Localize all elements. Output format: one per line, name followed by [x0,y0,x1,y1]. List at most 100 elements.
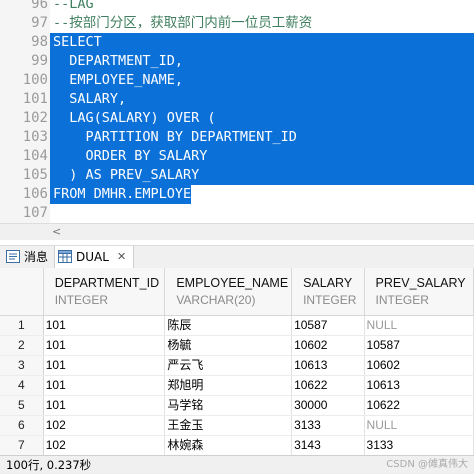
column-type: INTEGER [375,292,429,307]
table-cell[interactable]: 10587 [364,335,474,356]
table-cell[interactable]: 陈辰 [164,315,293,336]
line-number: 96 [31,0,48,12]
code-line[interactable]: 105 ) AS PREV_SALARY [0,166,474,185]
line-number: 98 [31,34,48,50]
code-text: SALARY, [53,91,127,107]
column-header[interactable]: PREV_SALARY INTEGER [364,268,474,316]
table-cell[interactable]: 3133 [291,415,365,436]
code-line[interactable]: 97 --按部门分区，获取部门内前一位员工薪资 [0,14,474,33]
table-cell[interactable]: 102 [43,435,166,456]
column-name: SALARY [303,275,353,290]
code-text: SELECT [53,34,102,50]
table-cell[interactable]: 10602 [291,335,365,356]
table-row[interactable]: 2 101 杨毓 10602 10587 [0,335,474,356]
line-number: 97 [31,15,48,31]
column-type: INTEGER [303,292,357,307]
result-grid[interactable]: DEPARTMENT_ID INTEGER EMPLOYEE_NAME VARCHAR… [0,268,474,458]
close-icon[interactable]: ✕ [117,246,126,268]
column-type: INTEGER [54,292,109,307]
row-number[interactable]: 6 [0,415,44,436]
table-row[interactable]: 3 101 严云飞 10613 10602 [0,355,474,376]
line-number: 106 [22,186,48,202]
code-text: --按部门分区，获取部门内前一位员工薪资 [53,15,313,31]
table-cell[interactable]: 101 [43,355,166,376]
table-cell[interactable]: 101 [43,315,166,336]
table-cell[interactable]: 10613 [291,355,365,376]
row-number[interactable]: 7 [0,435,44,456]
code-line[interactable]: 106 FROM DMHR.EMPLOYEE; [0,185,474,204]
line-number: 100 [22,72,48,88]
table-cell[interactable]: 严云飞 [164,355,293,376]
table-cell[interactable]: 10602 [364,355,474,376]
code-text: ORDER BY SALARY [53,148,208,164]
row-number[interactable]: 3 [0,355,44,376]
column-name: EMPLOYEE_NAME [176,275,289,290]
column-header[interactable]: DEPARTMENT_ID INTEGER [43,268,166,316]
tab-messages[interactable]: 消息 [4,246,52,268]
code-text: PARTITION BY DEPARTMENT_ID [53,129,297,145]
table-cell[interactable]: 杨毓 [164,335,293,356]
code-text: FROM DMHR.EMPLOYEE; [53,186,208,202]
table-cell[interactable]: 10622 [291,375,365,396]
table-cell[interactable]: 10613 [364,375,474,396]
code-line[interactable]: 107 [0,204,474,223]
table-cell[interactable]: 林婉森 [164,435,293,456]
code-text: ) AS PREV_SALARY [53,167,200,183]
code-line[interactable]: 104 ORDER BY SALARY [0,147,474,166]
table-icon [58,250,72,263]
table-row[interactable]: 5 101 马学铭 30000 10622 [0,395,474,416]
row-number[interactable]: 2 [0,335,44,356]
line-number: 105 [22,167,48,183]
code-line[interactable]: 96 --LAG [0,0,474,14]
line-number: 101 [22,91,48,107]
code-line[interactable]: 102 LAG(SALARY) OVER ( [0,109,474,128]
table-cell[interactable]: NULL [364,315,474,336]
tab-messages-label: 消息 [24,250,49,264]
line-number: 104 [22,148,48,164]
code-line[interactable]: 101 SALARY, [0,90,474,109]
table-row[interactable]: 1 101 陈辰 10587 NULL [0,315,474,336]
column-name: DEPARTMENT_ID [54,275,160,290]
code-line[interactable]: 103 PARTITION BY DEPARTMENT_ID [0,128,474,147]
table-cell[interactable]: 3133 [364,435,474,456]
table-cell[interactable]: 郑旭明 [164,375,293,396]
table-cell[interactable]: NULL [364,415,474,436]
code-line[interactable]: 99 DEPARTMENT_ID, [0,52,474,71]
table-cell[interactable]: 10587 [291,315,365,336]
row-number[interactable]: 4 [0,375,44,396]
column-type: VARCHAR(20) [176,292,256,307]
column-name: PREV_SALARY [375,275,466,290]
column-header[interactable]: SALARY INTEGER [291,268,365,316]
table-cell[interactable]: 王金玉 [164,415,293,436]
line-number: 102 [22,110,48,126]
table-cell[interactable]: 3143 [291,435,365,456]
table-cell[interactable]: 102 [43,415,166,436]
tab-dual[interactable]: DUAL ✕ [54,246,134,269]
row-count-status: 100行, 0.237秒 [6,458,92,472]
sql-editor[interactable]: 96 --LAG 97 --按部门分区，获取部门内前一位员工薪资 98 SELECT 99 … [0,0,474,223]
code-text: EMPLOYEE_NAME, [53,72,184,88]
status-bar: 100行, 0.237秒 CSDN @傩真伟大 [0,455,474,474]
table-cell[interactable]: 马学铭 [164,395,293,416]
editor-horizontal-scrollbar[interactable]: < [0,223,474,240]
row-number[interactable]: 5 [0,395,44,416]
column-header[interactable]: EMPLOYEE_NAME VARCHAR(20) [164,268,293,316]
code-line[interactable]: 100 EMPLOYEE_NAME, [0,71,474,90]
code-text: --LAG [53,0,94,12]
code-text: LAG(SALARY) OVER ( [53,110,216,126]
table-cell[interactable]: 30000 [291,395,365,416]
selection-highlight [50,33,474,52]
row-number-header[interactable] [0,268,44,316]
table-row[interactable]: 4 101 郑旭明 10622 10613 [0,375,474,396]
code-line[interactable]: 98 SELECT [0,33,474,52]
row-number[interactable]: 1 [0,315,44,336]
table-row[interactable]: 7 102 林婉森 3143 3133 [0,435,474,456]
code-text: DEPARTMENT_ID, [53,53,184,69]
table-cell[interactable]: 101 [43,335,166,356]
table-row[interactable]: 6 102 王金玉 3133 NULL [0,415,474,436]
table-cell[interactable]: 10622 [364,395,474,416]
table-cell[interactable]: 101 [43,395,166,416]
scroll-left-icon[interactable]: < [52,224,61,239]
table-cell[interactable]: 101 [43,375,166,396]
line-number: 103 [22,129,48,145]
